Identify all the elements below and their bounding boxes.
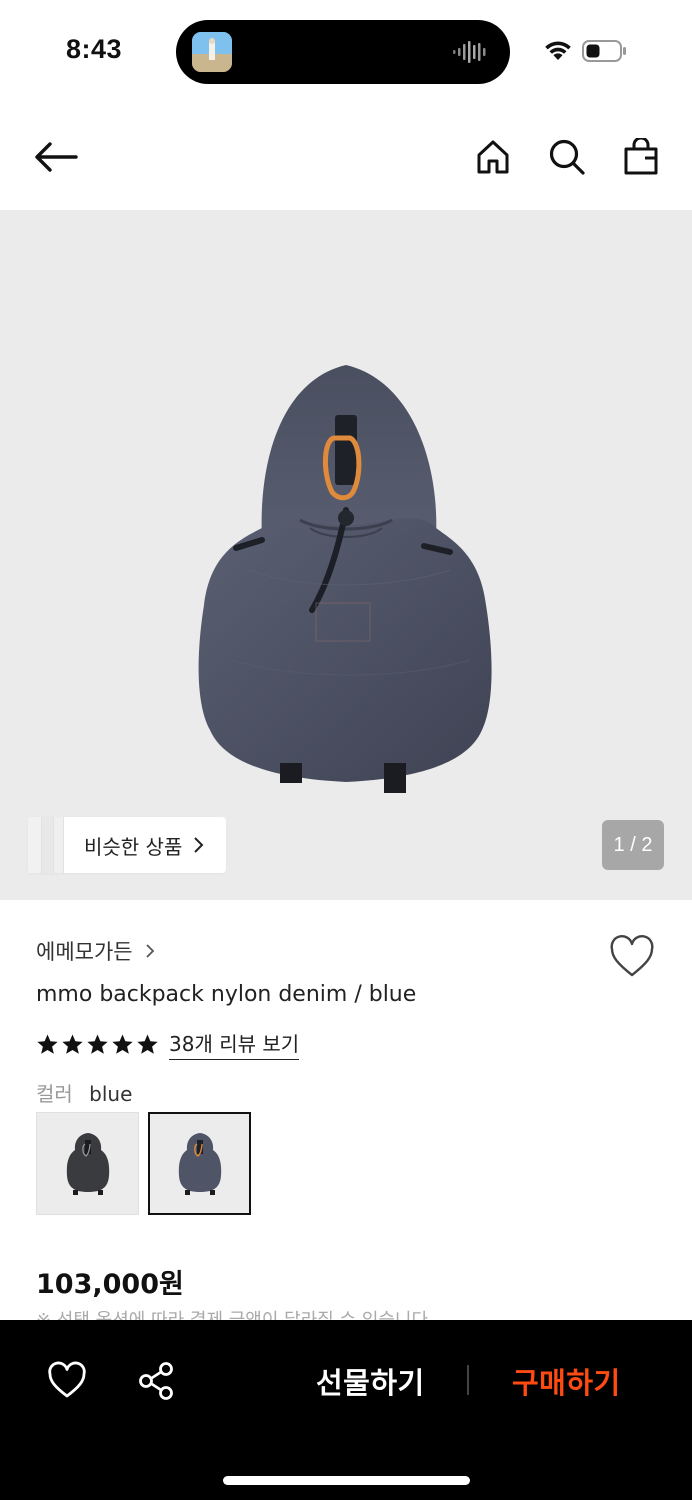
bottom-action-bar: 선물하기 구매하기 (0, 1320, 692, 1500)
color-option-row: 컬러 blue (36, 1078, 132, 1107)
product-image-carousel[interactable]: 비슷한 상품 1 / 2 (0, 210, 692, 900)
share-button[interactable] (136, 1360, 178, 1402)
status-time: 8:43 (66, 34, 123, 64)
similar-products-label: 비슷한 상품 (84, 834, 183, 859)
wifi-icon (545, 41, 571, 60)
backpack-thumbnail-black (66, 1132, 109, 1195)
arrow-left-icon (35, 142, 78, 172)
color-swatch-blue[interactable] (148, 1112, 251, 1215)
home-icon (477, 140, 509, 174)
search-icon (549, 139, 585, 175)
cart-button[interactable] (618, 134, 664, 180)
brand-name: 에메모가든 (36, 940, 133, 964)
star-icon (112, 1033, 133, 1054)
image-page-indicator: 1 / 2 (602, 820, 664, 870)
top-navigation (0, 104, 692, 210)
star-icon (87, 1033, 108, 1054)
star-icon (37, 1033, 58, 1054)
search-button[interactable] (544, 134, 590, 180)
similar-products-thumbnails (28, 817, 64, 873)
divider (467, 1365, 469, 1395)
heart-icon (48, 1361, 86, 1398)
backpack-product-image (198, 365, 492, 793)
product-name: mmo backpack nylon denim / blue (36, 982, 417, 1007)
option-label: 컬러 (36, 1082, 73, 1106)
gift-button[interactable]: 선물하기 (316, 1360, 425, 1402)
star-icon (137, 1033, 158, 1054)
similar-products-button[interactable]: 비슷한 상품 (28, 817, 226, 873)
option-value: blue (89, 1082, 133, 1106)
shopping-bag-icon (624, 138, 658, 175)
chevron-right-icon (192, 836, 204, 854)
home-indicator[interactable] (223, 1476, 470, 1485)
buy-button[interactable]: 구매하기 (512, 1360, 621, 1402)
status-bar: 8:43 (0, 0, 692, 104)
review-link[interactable]: 38개 리뷰 보기 (169, 1028, 300, 1060)
star-icon (62, 1033, 83, 1054)
product-price: 103,000원 (36, 1269, 184, 1300)
back-button[interactable] (30, 134, 82, 180)
wishlist-button[interactable] (608, 934, 656, 980)
share-icon (139, 1362, 173, 1400)
rating-stars (36, 1033, 159, 1056)
bottom-wishlist-button[interactable] (46, 1360, 88, 1402)
heart-icon (610, 935, 654, 977)
audio-wave-icon (453, 41, 486, 63)
color-swatch-black[interactable] (36, 1112, 139, 1215)
home-button[interactable] (470, 134, 516, 180)
chevron-right-icon (145, 943, 155, 959)
dynamic-island (176, 20, 510, 84)
brand-link[interactable]: 에메모가든 (36, 936, 155, 966)
rating-row: 38개 리뷰 보기 (36, 1028, 300, 1060)
backpack-thumbnail-blue (178, 1132, 221, 1195)
battery-icon (582, 40, 626, 62)
now-playing-thumbnail (192, 32, 232, 72)
